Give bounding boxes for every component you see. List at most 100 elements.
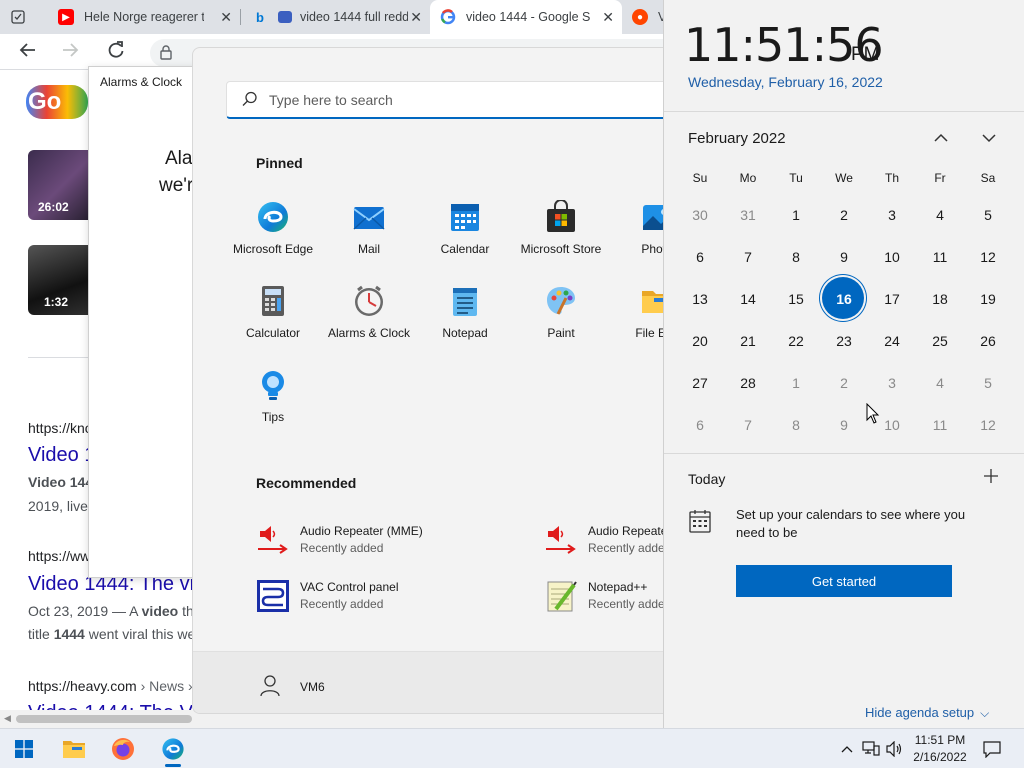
recommended-item[interactable]: Audio Repeater (MME) Recently added [256,521,476,561]
close-icon[interactable]: ✕ [410,9,422,26]
get-started-button[interactable]: Get started [736,565,952,597]
reload-icon[interactable] [106,40,126,65]
calendar-day[interactable]: 3 [870,362,914,404]
close-icon[interactable]: ✕ [602,9,614,26]
calendar-day[interactable]: 21 [726,320,770,362]
search-input[interactable] [269,90,649,110]
calendar-day[interactable]: 6 [678,236,722,278]
calendar-day[interactable]: 13 [678,278,722,320]
recommended-item[interactable]: Audio Repeate Recently adde [544,521,663,561]
pinned-app-mail[interactable]: Mail [321,200,417,280]
calendar-day[interactable]: 4 [918,362,962,404]
calendar-day[interactable]: 7 [726,404,770,446]
calendar-day[interactable]: 10 [870,236,914,278]
close-icon[interactable]: ✕ [220,9,232,26]
calendar-day[interactable]: 12 [966,236,1010,278]
result-title[interactable]: Video 1 [28,444,95,467]
pinned-app-edge[interactable]: Microsoft Edge [225,200,321,280]
start-button[interactable] [4,729,44,768]
calendar-day[interactable]: 18 [918,278,962,320]
taskbar-edge[interactable] [153,729,193,768]
pinned-app-calendar[interactable]: Calendar [417,200,513,280]
result-url[interactable]: https://heavy.com › News › [28,678,193,694]
taskbar-clock[interactable]: 11:51 PM 2/16/2022 [900,732,980,766]
tab-reddit[interactable]: ● V [622,0,663,34]
calendar-day[interactable]: 7 [726,236,770,278]
google-doodle-logo[interactable]: Go [26,85,88,119]
calendar-day[interactable]: 19 [966,278,1010,320]
calendar-day[interactable]: 17 [870,278,914,320]
calendar-day[interactable]: 24 [870,320,914,362]
add-event-button[interactable] [982,467,1000,489]
taskbar-file-explorer[interactable] [54,729,94,768]
recommended-item[interactable]: Notepad++ Recently adde [544,577,663,617]
user-avatar-icon[interactable] [257,672,283,703]
calendar-day[interactable]: 1 [774,194,818,236]
calendar-day[interactable]: 2 [822,194,866,236]
pinned-app-tips[interactable]: Tips [225,368,321,448]
calendar-day[interactable]: 5 [966,194,1010,236]
calendar-day[interactable]: 12 [966,404,1010,446]
pinned-app-notepad[interactable]: Notepad [417,284,513,364]
pinned-app-calculator[interactable]: Calculator [225,284,321,364]
pinned-app-paint[interactable]: Paint [513,284,609,364]
calendar-day[interactable]: 3 [870,194,914,236]
app-label: Microsoft Store [520,242,602,256]
tab-bing-video[interactable]: b video 1444 full redd ✕ [242,0,430,34]
calendar-day[interactable]: 26 [966,320,1010,362]
network-status[interactable] [860,729,882,768]
calendar-day[interactable]: 9 [822,236,866,278]
tab-actions-button[interactable] [0,0,48,34]
pinned-app-store[interactable]: Microsoft Store [513,199,609,280]
back-icon[interactable] [18,40,38,65]
snippet-text: went viral this we [84,626,196,642]
calendar-day[interactable]: 4 [918,194,962,236]
hide-agenda-setup-link[interactable]: Hide agenda setup ⌵ [865,705,989,721]
calendar-day[interactable]: 14 [726,278,770,320]
calendar-day[interactable]: 23 [822,320,866,362]
chevron-up-icon [841,746,853,753]
calendar-day[interactable]: 31 [726,194,770,236]
pinned-app-photos[interactable]: Photo [609,200,663,280]
calendar-day[interactable]: 27 [678,362,722,404]
calendar-day[interactable]: 11 [918,236,962,278]
calendar-day[interactable]: 15 [774,278,818,320]
result-url[interactable]: https://kno [28,420,93,436]
calendar-day[interactable]: 8 [774,236,818,278]
edge-icon [256,200,290,234]
scroll-left-icon[interactable]: ◀ [4,713,11,724]
result-url[interactable]: https://ww [28,548,90,564]
recommended-item[interactable]: VAC Control panel Recently added [256,577,476,617]
notifications-button[interactable] [980,729,1004,768]
calendar-day[interactable]: 22 [774,320,818,362]
recommended-heading: Recommended [256,475,357,491]
calendar-day[interactable]: 11 [918,404,962,446]
calendar-day[interactable]: 28 [726,362,770,404]
calendar-day[interactable]: 30 [678,194,722,236]
scrollbar-thumb[interactable] [16,715,192,723]
user-name[interactable]: VM6 [300,680,325,694]
calendar-day[interactable]: 20 [678,320,722,362]
calendar-day[interactable]: 25 [918,320,962,362]
calendar-day[interactable]: 2 [822,362,866,404]
paint-icon [544,284,578,318]
taskbar-firefox[interactable] [103,729,143,768]
calendar-day[interactable]: 5 [966,362,1010,404]
calendar-day[interactable]: 9 [822,404,866,446]
calendar-day[interactable]: 6 [678,404,722,446]
start-menu: Pinned Microsoft Edge Mail Calendar Micr… [192,47,663,714]
pinned-app-alarms-clock[interactable]: Alarms & Clock [321,284,417,364]
tips-icon [256,368,290,402]
start-search-box[interactable] [226,81,663,119]
calendar-day[interactable]: 1 [774,362,818,404]
pinned-app-file-explorer[interactable]: File Exp [609,284,663,364]
window-title: Alarms & Clock [100,75,183,89]
tab-google-search[interactable]: video 1444 - Google Se ✕ [430,0,622,34]
forward-icon[interactable] [60,40,80,65]
show-hidden-icons-button[interactable] [838,729,856,768]
tab-youtube[interactable]: ▶ Hele Norge reagerer til ✕ [48,0,240,34]
calendar-day[interactable]: 8 [774,404,818,446]
calendar-day-today[interactable]: 16 [822,277,866,320]
alarms-clock-window[interactable]: Alarms & Clock Ala we'r [88,66,208,578]
folder-icon [640,284,663,318]
